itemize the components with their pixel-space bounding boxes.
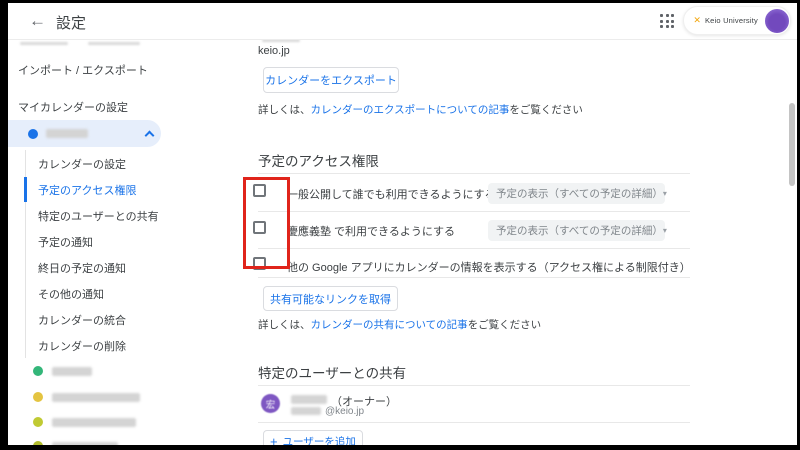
calendar-color-dot (33, 417, 43, 427)
sidebar-heading-my-calendars: マイカレンダーの設定 (18, 99, 128, 115)
section-title-event-access: 予定のアクセス権限 (258, 150, 379, 170)
add-user-button[interactable]: + ユーザーを追加 (263, 430, 363, 445)
calendar-domain-label: keio.jp (258, 45, 290, 57)
owner-avatar: 宏 (261, 394, 280, 413)
help-suffix: をご覧ください (509, 104, 583, 116)
checkbox-org-access[interactable] (253, 221, 266, 234)
settings-header: ← 設定 ✕ Keio University (8, 3, 797, 40)
account-avatar[interactable] (764, 8, 790, 34)
divider (258, 277, 690, 278)
redacted-calendar-name (52, 367, 92, 376)
section-title-share-with-users: 特定のユーザーとの共有 (258, 362, 406, 382)
divider (258, 422, 690, 423)
dropdown-value: 予定の表示（すべての予定の詳細） (496, 223, 663, 238)
redacted-calendar-name (52, 393, 140, 402)
dropdown-public-access-level[interactable]: 予定の表示（すべての予定の詳細） ▾ (488, 183, 665, 204)
dropdown-arrow-icon: ▾ (663, 226, 667, 235)
redacted-calendar-name (52, 418, 136, 427)
calendar-color-dot (28, 129, 38, 139)
sidebar-item-event-access[interactable]: 予定のアクセス権限 (38, 182, 136, 198)
share-help-link[interactable]: カレンダーの共有についての記事 (311, 319, 468, 331)
account-chip[interactable]: ✕ Keio University (683, 6, 791, 35)
divider (258, 385, 690, 386)
sidebar-item-allday-notifications[interactable]: 終日の予定の通知 (38, 260, 126, 276)
owner-email-domain: @keio.jp (325, 406, 364, 417)
add-user-label: ユーザーを追加 (283, 434, 356, 446)
vertical-scrollbar-thumb[interactable] (789, 103, 795, 186)
sidebar-item-remove-calendar[interactable]: カレンダーの削除 (38, 338, 126, 354)
dropdown-arrow-icon: ▾ (663, 189, 667, 198)
dropdown-org-access-level[interactable]: 予定の表示（すべての予定の詳細） ▾ (488, 220, 665, 241)
sidebar-other-calendar[interactable] (8, 439, 238, 445)
sidebar-item-import-export[interactable]: インポート / エクスポート (18, 62, 148, 78)
apps-grid-icon[interactable] (660, 14, 675, 29)
calendar-color-dot (33, 441, 43, 445)
divider (258, 248, 690, 249)
active-item-bar (24, 177, 27, 202)
calendar-color-dot (33, 366, 43, 376)
scrolled-item-remnant (20, 42, 68, 45)
back-arrow-icon[interactable]: ← (29, 11, 46, 31)
redacted-calendar-name (52, 442, 118, 445)
sidebar-item-calendar-settings[interactable]: カレンダーの設定 (38, 156, 126, 172)
sidebar-other-calendar[interactable] (8, 389, 238, 415)
help-prefix: 詳しくは、 (258, 104, 311, 116)
dropdown-value: 予定の表示（すべての予定の詳細） (496, 186, 663, 201)
row-label-org-access: 慶應義塾 で利用できるようにする (287, 223, 455, 239)
checkbox-google-apps-access[interactable] (253, 257, 266, 270)
redacted-owner-email (291, 407, 321, 415)
checkbox-public-access[interactable] (253, 184, 266, 197)
sidebar-item-share-with-users[interactable]: 特定のユーザーとの共有 (38, 208, 159, 224)
plus-icon: + (270, 434, 278, 446)
redacted-owner-name (291, 395, 327, 404)
sidebar-other-calendar[interactable] (8, 363, 238, 389)
share-help-text: 詳しくは、カレンダーの共有についての記事をご覧ください (258, 317, 541, 332)
sidebar-item-calendar-integration[interactable]: カレンダーの統合 (38, 312, 126, 328)
sidebar-item-event-notifications[interactable]: 予定の通知 (38, 234, 93, 250)
calendar-color-dot (33, 392, 43, 402)
annotation-red-box (243, 177, 290, 269)
page-title: 設定 (56, 12, 86, 33)
row-label-google-apps-access: 他の Google アプリにカレンダーの情報を表示する（アクセス権による制限付き… (287, 259, 691, 275)
get-shareable-link-button[interactable]: 共有可能なリンクを取得 (263, 286, 398, 311)
app-window: ← 設定 ✕ Keio University インポート / エクスポート マイ… (8, 3, 797, 445)
redacted-calendar-name (46, 129, 88, 138)
scrolled-item-remnant (88, 42, 140, 45)
org-name-label: Keio University (705, 16, 758, 25)
divider (258, 173, 690, 174)
help-prefix: 詳しくは、 (258, 319, 311, 331)
keio-logo-icon: ✕ (693, 15, 701, 26)
help-suffix: をご覧ください (468, 319, 542, 331)
sidebar-other-calendar[interactable] (8, 414, 238, 440)
export-calendar-button[interactable]: カレンダーをエクスポート (263, 67, 399, 93)
export-help-text: 詳しくは、カレンダーのエクスポートについての記事をご覧ください (258, 102, 583, 117)
sidebar-item-other-notifications[interactable]: その他の通知 (38, 286, 104, 302)
export-help-link[interactable]: カレンダーのエクスポートについての記事 (311, 104, 510, 116)
row-label-public-access: 一般公開して誰でも利用できるようにする (287, 186, 496, 202)
divider (258, 211, 690, 212)
owner-avatar-char: 宏 (266, 397, 276, 411)
